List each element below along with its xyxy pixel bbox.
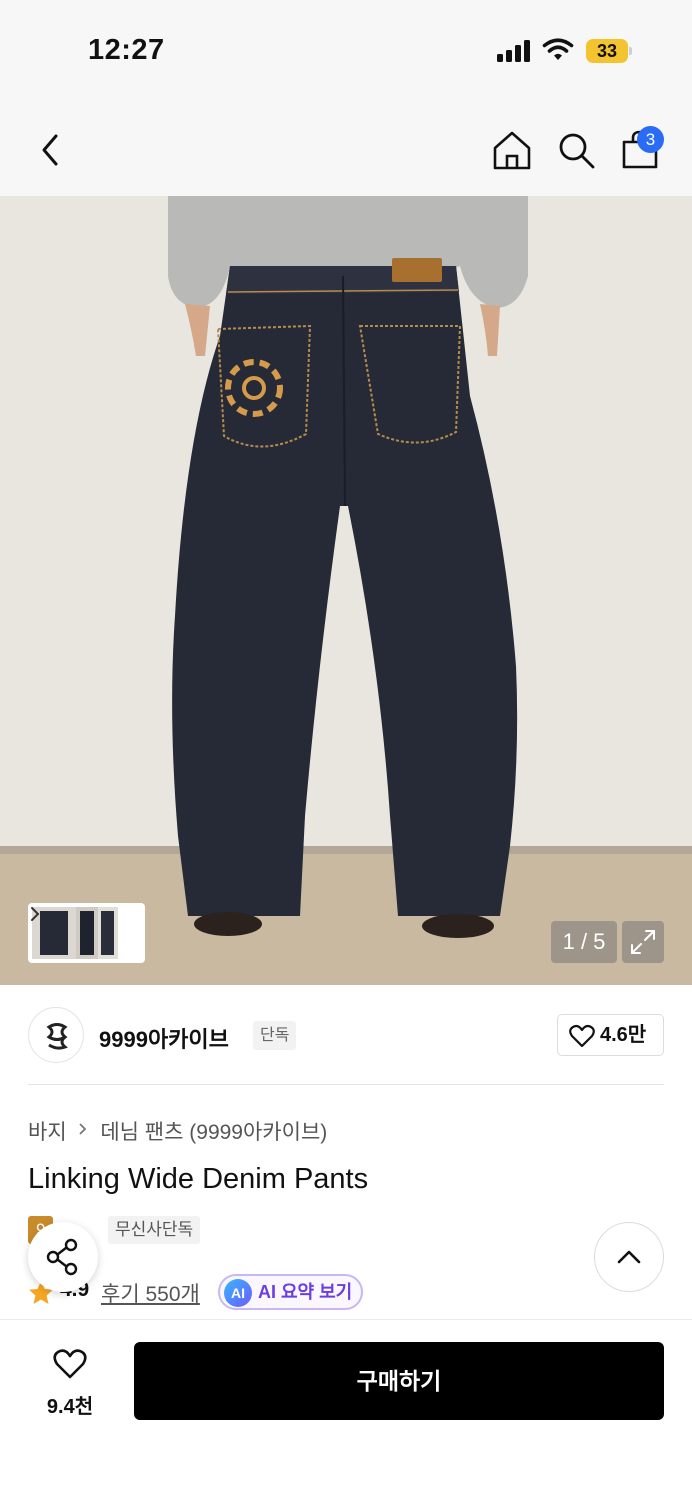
product-title: Linking Wide Denim Pants [28,1163,369,1195]
heart-icon [569,1024,595,1048]
status-bar: 12:27 33 [0,0,692,100]
battery-level: 33 [596,41,618,61]
signal-icon [497,40,530,62]
scroll-to-top-button[interactable] [594,1222,664,1292]
buy-button[interactable]: 구매하기 [134,1342,664,1420]
share-icon [46,1238,78,1276]
expand-icon [631,930,655,954]
share-button[interactable] [28,1222,98,1292]
bottom-action-bar: 9.4천 구매하기 [0,1319,692,1500]
chevron-right-icon[interactable] [28,903,42,925]
chevron-up-icon [617,1250,641,1264]
expand-button[interactable] [622,921,664,963]
back-icon[interactable] [34,130,66,170]
wishlist-button[interactable]: 9.4천 [28,1344,112,1422]
brand-logo[interactable] [28,1007,84,1063]
battery-icon: 33 [586,39,632,63]
ai-summary-label: AI 요약 보기 [258,1282,353,1302]
wifi-icon [542,38,574,60]
home-icon[interactable] [492,130,532,170]
brand-like-count: 4.6만 [600,1024,647,1046]
brand-like-button[interactable]: 4.6만 [557,1014,664,1056]
thumbnail-strip[interactable] [28,903,145,963]
breadcrumb-category[interactable]: 바지 [28,1121,67,1144]
status-time: 12:27 [88,34,165,66]
review-link[interactable]: 후기 550개 [101,1278,200,1308]
brand-name[interactable]: 9999아카이브 [99,1022,229,1054]
image-pager: 1 / 5 [551,921,617,963]
ai-summary-button[interactable]: AI AI 요약 보기 [218,1274,363,1310]
heart-icon [53,1349,87,1379]
exclusive-badge: 단독 [253,1021,297,1050]
divider [28,1084,664,1085]
product-photo [0,196,692,985]
ai-icon: AI [224,1279,252,1307]
brand-logo-icon [46,1023,68,1050]
search-icon[interactable] [556,130,596,170]
thumbnail-3[interactable] [98,907,118,959]
wishlist-count: 9.4천 [46,1396,94,1418]
breadcrumb-subcategory[interactable]: 데님 팬츠 (9999아카이브) [100,1121,327,1144]
thumbnail-2[interactable] [76,907,98,959]
exclusive-tag: 무신사단독 [108,1216,201,1244]
chevron-right-icon [78,1119,88,1143]
product-image-gallery[interactable]: 1 / 5 [0,196,692,985]
brand-row[interactable]: 9999아카이브 단독 4.6만 [0,985,692,1085]
breadcrumb: 바지 데님 팬츠 (9999아카이브) [28,1116,327,1146]
cart-count-badge: 3 [637,126,664,153]
